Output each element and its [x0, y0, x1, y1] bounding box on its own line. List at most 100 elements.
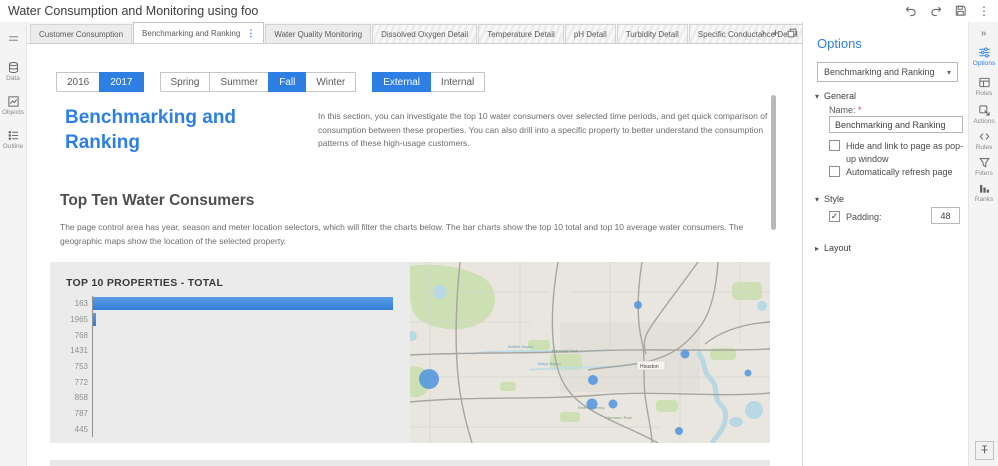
chevron-down-icon: ▾ — [947, 68, 951, 77]
right-rail-item-filters[interactable]: Filters — [969, 156, 998, 177]
right-rail-item-ranks[interactable]: Ranks — [969, 182, 998, 203]
right-rail-item-actions[interactable]: Actions — [969, 104, 998, 125]
page-intro-text: In this section, you can investigate the… — [318, 110, 770, 151]
right-toolbar: » Options Roles Actions Rules Filters Ranks — [968, 22, 998, 466]
bar-category-label: 772 — [66, 378, 92, 387]
rail-item-label: Actions — [969, 118, 998, 125]
bar[interactable] — [93, 297, 393, 310]
map-area-label: Hermann Park — [606, 415, 632, 420]
right-rail-item-roles[interactable]: Roles — [969, 76, 998, 97]
filter-button-external[interactable]: External — [372, 72, 431, 92]
padding-value-input[interactable]: 48 — [931, 207, 960, 224]
rail-item-label: Options — [969, 60, 998, 67]
geo-bubble-map[interactable]: Houston Memorial Park Rice University He… — [410, 262, 770, 443]
canvas-vertical-scrollbar[interactable] — [771, 95, 776, 230]
tab-water-quality-monitoring[interactable]: Water Quality Monitoring — [265, 24, 371, 43]
map-water-label: Brays Bayou — [538, 361, 561, 366]
next-object-cutoff[interactable] — [50, 460, 770, 466]
section-style-label: Style — [824, 194, 844, 204]
bar-category-label: 753 — [66, 362, 92, 371]
duplicate-page-icon[interactable] — [786, 27, 798, 39]
pin-panel-button[interactable] — [975, 441, 994, 460]
rail-item-label: Rules — [969, 144, 998, 151]
section-general-label: General — [824, 91, 856, 101]
hide-link-popup-checkbox[interactable]: Hide and link to page as pop-up window — [829, 140, 964, 165]
tab-dissolved-oxygen-detail[interactable]: Dissolved Oxygen Detail — [372, 24, 477, 43]
bar-category-label: 163 — [66, 299, 92, 308]
map-bubble[interactable] — [681, 350, 690, 359]
filter-button-fall[interactable]: Fall — [268, 72, 306, 92]
map-bubble[interactable] — [588, 375, 598, 385]
bar-track — [92, 374, 393, 390]
map-bubble[interactable] — [587, 399, 598, 410]
page-name-input[interactable]: Benchmarking and Ranking — [829, 116, 963, 133]
filter-button-spring[interactable]: Spring — [160, 72, 211, 92]
left-rail-item-objects[interactable]: Objects — [0, 95, 26, 116]
bar-row: 445 — [66, 422, 393, 438]
left-panel-toggle-icon[interactable] — [0, 30, 26, 48]
app-window: Water Consumption and Monitoring using f… — [0, 0, 998, 466]
undo-icon[interactable] — [903, 3, 918, 18]
tab-temperature-detail[interactable]: Temperature Detail — [478, 24, 564, 43]
checkbox-unchecked-icon — [829, 140, 840, 151]
bar[interactable] — [93, 313, 96, 326]
collapse-panel-icon[interactable]: » — [969, 28, 998, 39]
section-general[interactable]: ▾ General — [815, 91, 856, 101]
add-page-icon[interactable]: + — [772, 27, 779, 39]
bar-row: 1965 — [66, 312, 393, 328]
map-city-label: Houston — [640, 364, 659, 370]
page-tab-bar: Customer ConsumptionBenchmarking and Ran… — [27, 22, 802, 44]
tab-customer-consumption[interactable]: Customer Consumption — [30, 24, 132, 43]
save-icon[interactable] — [953, 3, 968, 18]
scroll-tabs-right-icon[interactable]: › — [761, 28, 765, 39]
map-bubble[interactable] — [675, 427, 683, 435]
top10-total-bar-chart[interactable]: TOP 10 PROPERTIES - TOTAL 16319657681431… — [50, 262, 410, 443]
filter-button-2016[interactable]: 2016 — [56, 72, 100, 92]
tab-label: Turbidity Detail — [626, 30, 679, 39]
tab-benchmarking-and-ranking[interactable]: Benchmarking and Ranking⋮ — [133, 22, 264, 43]
section-description-text: The page control area has year, season a… — [60, 220, 772, 248]
titlebar: Water Consumption and Monitoring using f… — [0, 0, 998, 22]
tab-menu-icon[interactable]: ⋮ — [246, 28, 255, 39]
section-layout-label: Layout — [824, 243, 851, 253]
titlebar-actions: ⋮ — [903, 3, 990, 18]
bar-track — [92, 422, 393, 438]
right-rail-item-options[interactable]: Options — [969, 46, 998, 67]
map-area-label: Memorial Park — [552, 348, 578, 353]
options-panel: Options Benchmarking and Ranking ▾ ▾ Gen… — [802, 22, 968, 466]
map-bubble[interactable] — [609, 400, 618, 409]
kebab-menu-icon[interactable]: ⋮ — [978, 5, 990, 17]
rail-item-label: Ranks — [969, 196, 998, 203]
season-button-group: SpringSummerFallWinter — [161, 72, 357, 92]
map-bubble[interactable] — [634, 301, 642, 309]
bar-category-label: 858 — [66, 393, 92, 402]
redo-icon[interactable] — [928, 3, 943, 18]
right-rail-item-rules[interactable]: Rules — [969, 130, 998, 151]
bar-category-label: 445 — [66, 425, 92, 434]
bar-row: 768 — [66, 327, 393, 343]
filter-button-winter[interactable]: Winter — [305, 72, 356, 92]
tab-ph-detail[interactable]: pH Detail — [565, 24, 616, 43]
options-panel-title: Options — [817, 36, 862, 51]
tab-controls: › + — [761, 27, 798, 39]
map-bubble[interactable] — [745, 370, 752, 377]
map-bubble[interactable] — [419, 369, 439, 389]
name-field-label: Name: * — [829, 105, 862, 115]
object-selector-dropdown[interactable]: Benchmarking and Ranking ▾ — [817, 62, 958, 82]
triangle-down-icon: ▾ — [815, 195, 819, 204]
filter-button-summer[interactable]: Summer — [209, 72, 269, 92]
section-style[interactable]: ▾ Style — [815, 194, 844, 204]
filter-button-internal[interactable]: Internal — [430, 72, 485, 92]
auto-refresh-checkbox[interactable]: Automatically refresh page — [829, 166, 964, 179]
left-rail-item-outline[interactable]: Outline — [0, 129, 26, 150]
left-rail-item-data[interactable]: Data — [0, 61, 26, 82]
map-water-label: Buffalo Bayou — [508, 344, 534, 349]
meter-location-button-group: ExternalInternal — [373, 72, 485, 92]
chart-map-object-panel: TOP 10 PROPERTIES - TOTAL 16319657681431… — [50, 262, 770, 443]
section-layout[interactable]: ▸ Layout — [815, 243, 851, 253]
bar-row: 1431 — [66, 343, 393, 359]
filter-button-2017[interactable]: 2017 — [99, 72, 143, 92]
bar-track — [92, 343, 393, 359]
tab-turbidity-detail[interactable]: Turbidity Detail — [617, 24, 688, 43]
rail-item-label: Roles — [969, 90, 998, 97]
